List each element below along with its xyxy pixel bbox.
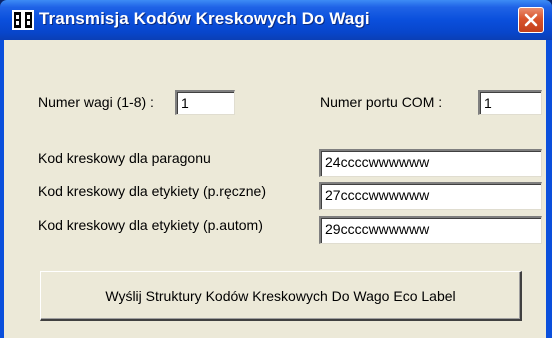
window-frame-right xyxy=(546,40,552,338)
label-barcode-auto-label: Kod kreskowy dla etykiety (p.autom) xyxy=(38,217,263,233)
com-port-label: Numer portu COM : xyxy=(320,94,443,110)
label-barcode-manual-label: Kod kreskowy dla etykiety (p.ręczne) xyxy=(38,183,266,199)
scale-app-icon xyxy=(12,10,34,30)
scale-number-label: Numer wagi (1-8) : xyxy=(38,94,154,110)
title-bar[interactable]: Transmisja Kodów Kreskowych Do Wagi xyxy=(0,0,552,40)
com-port-input[interactable]: 1 xyxy=(478,90,542,115)
scale-number-input[interactable]: 1 xyxy=(175,90,235,115)
dialog-window: Transmisja Kodów Kreskowych Do Wagi Nume… xyxy=(0,0,552,338)
label-barcode-auto-input[interactable]: 29ccccwwwwww xyxy=(319,216,542,244)
receipt-barcode-label: Kod kreskowy dla paragonu xyxy=(38,150,211,166)
receipt-barcode-input[interactable]: 24ccccwwwwww xyxy=(319,149,542,177)
label-barcode-manual-input[interactable]: 27ccccwwwwww xyxy=(319,182,542,210)
window-title: Transmisja Kodów Kreskowych Do Wagi xyxy=(39,9,370,28)
close-button[interactable] xyxy=(518,7,544,33)
send-barcode-structures-button[interactable]: Wyślij Struktury Kodów Kreskowych Do Wag… xyxy=(40,271,522,321)
